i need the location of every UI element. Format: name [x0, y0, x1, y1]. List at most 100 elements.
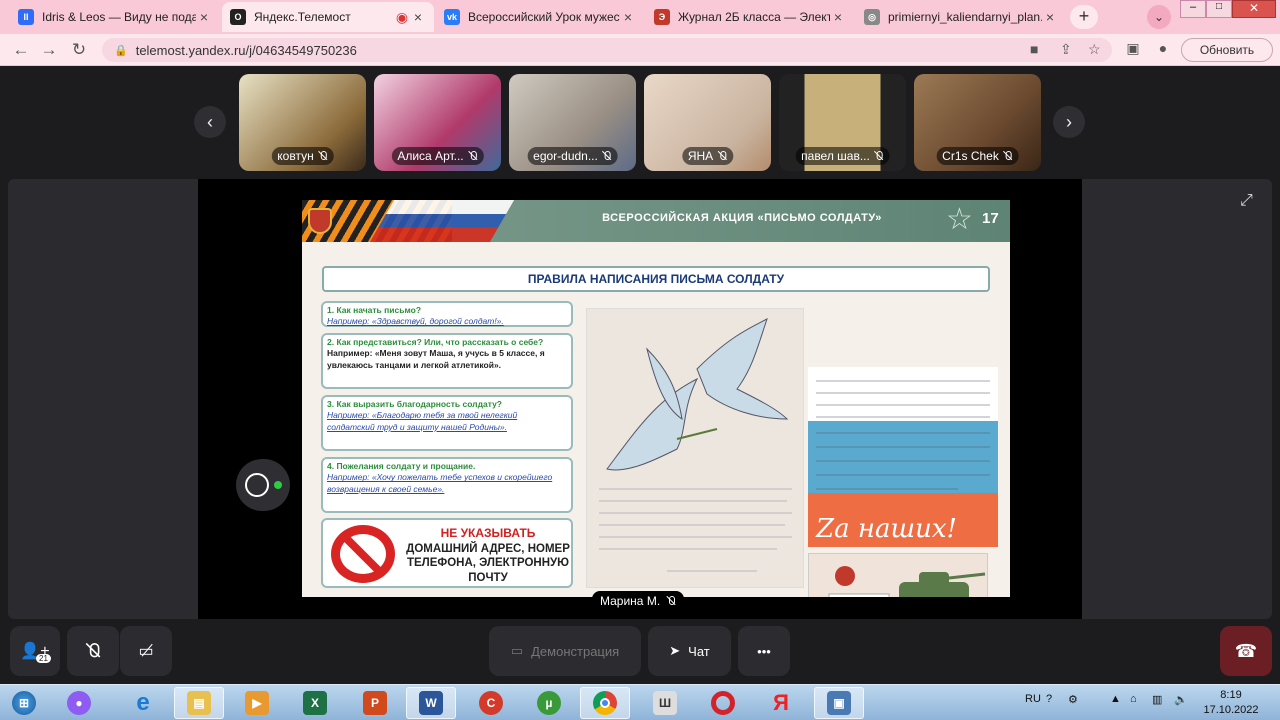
ccleaner-icon: C [479, 691, 503, 715]
word-icon: W [419, 691, 443, 715]
update-button[interactable]: Обновить [1181, 38, 1273, 62]
telemost-icon: O [230, 9, 246, 25]
alice-icon: ● [67, 691, 91, 715]
close-tab-icon[interactable]: × [1042, 9, 1058, 25]
chrome-icon [593, 691, 617, 715]
tab-idris[interactable]: II Idris & Leos — Виду не подам × [10, 2, 220, 32]
call-controls: 👤+ 21 ▭̸ ▭ Демонстрация ➤ Чат ••• ☎ [0, 626, 1280, 676]
close-tab-icon[interactable]: × [830, 9, 846, 25]
invite-button[interactable]: 👤+ 21 [10, 626, 60, 676]
active-speaker-label: Марина М. [592, 591, 685, 611]
participant-tile[interactable]: ЯНА [644, 74, 771, 171]
tray-expand-icon[interactable]: ▲ [1110, 693, 1121, 705]
window-close-button[interactable]: ✕ [1232, 0, 1276, 18]
taskbar-reader[interactable]: Ш [640, 687, 690, 719]
sidebar-icon[interactable]: ▣ [1122, 40, 1144, 57]
new-tab-button[interactable]: + [1070, 5, 1098, 29]
tab-search-icon[interactable]: ⌄ [1147, 5, 1171, 29]
window-maximize-button[interactable]: □ [1206, 0, 1232, 18]
camera-toggle[interactable]: ▭̸ [120, 626, 172, 676]
microphone-toggle[interactable] [67, 626, 119, 676]
reload-icon[interactable]: ↻ [68, 40, 90, 60]
recording-indicator[interactable] [236, 459, 290, 511]
send-icon: ➤ [669, 643, 681, 658]
screen-share-button[interactable]: ▭ Демонстрация [489, 626, 641, 676]
participant-tile[interactable]: павел шав... [779, 74, 906, 171]
participants-next-button[interactable]: › [1053, 106, 1085, 138]
warning-text: ДОМАШНИЙ АДРЕС, НОМЕР ТЕЛЕФОНА, ЭЛЕКТРОН… [406, 543, 570, 584]
volume-icon[interactable]: 🔈 [1174, 693, 1188, 706]
chat-button[interactable]: ➤ Чат [648, 626, 731, 676]
slide-header: ВСЕРОССИЙСКАЯ АКЦИЯ «ПИСЬМО СОЛДАТУ» ☆ 1… [302, 200, 1010, 242]
close-tab-icon[interactable]: × [410, 9, 426, 25]
participant-tile[interactable]: egor-dudn... [509, 74, 636, 171]
close-tab-icon[interactable]: × [196, 9, 212, 25]
usb-icon[interactable]: ⌂ [1130, 693, 1137, 705]
powerpoint-icon: P [363, 691, 387, 715]
participant-name: ЯНА [681, 147, 734, 165]
participant-name: Алиса Арт... [391, 147, 484, 165]
taskbar-powerpoint[interactable]: P [350, 687, 400, 719]
lock-icon: 🔒 [114, 44, 128, 57]
mic-off-icon [874, 151, 884, 161]
letter-caption: Za наших! [816, 514, 957, 544]
prohibition-icon [331, 525, 395, 583]
mic-off-icon [468, 151, 478, 161]
record-status-dot [274, 481, 282, 489]
taskbar-alice[interactable]: ● [54, 687, 104, 719]
network-icon[interactable]: ▥ [1152, 693, 1162, 706]
back-icon[interactable]: ← [10, 40, 32, 60]
taskbar-media[interactable]: ▶ [232, 687, 282, 719]
emblem-icon [308, 208, 332, 234]
taskbar-word[interactable]: W [406, 687, 456, 719]
taskbar-utorrent[interactable]: µ [524, 687, 574, 719]
more-options-button[interactable]: ••• [738, 626, 790, 676]
doves-drawing-image [586, 308, 804, 588]
taskbar-chrome[interactable] [580, 687, 630, 719]
fullscreen-icon[interactable]: ⤢ [1240, 192, 1253, 210]
tab-journal[interactable]: Э Журнал 2Б класса — Электро × [646, 2, 854, 32]
forward-icon[interactable]: → [38, 40, 60, 60]
participant-tile[interactable]: Cr1s Chek [914, 74, 1041, 171]
taskbar-ie[interactable]: e [118, 687, 168, 719]
mic-off-icon [602, 151, 612, 161]
tab-telemost[interactable]: O Яндекс.Телемост ◉ × [222, 2, 434, 32]
taskbar-window[interactable]: ▣ [814, 687, 864, 719]
url-bar[interactable]: 🔒 telemost.yandex.ru/j/04634549750236 ■ … [102, 38, 1112, 62]
participant-tile[interactable]: Алиса Арт... [374, 74, 501, 171]
tab-plan[interactable]: ◎ primiernyi_kaliendarnyi_plan.p × [856, 2, 1066, 32]
journal-icon: Э [654, 9, 670, 25]
share-icon[interactable]: ⇪ [1060, 41, 1072, 58]
window-minimize-button[interactable]: – [1180, 0, 1206, 18]
folder-icon: ▤ [187, 691, 211, 715]
help-icon[interactable]: ? [1046, 693, 1052, 705]
tab-vk[interactable]: vk Всероссийский Урок мужеств × [436, 2, 644, 32]
mic-off-icon [1003, 151, 1013, 161]
rule-card: 4. Пожелания солдату и прощание. Наприме… [321, 457, 573, 513]
profile-avatar[interactable]: ● [1152, 40, 1174, 56]
windows-logo-icon: ⊞ [12, 691, 36, 715]
taskbar-opera[interactable] [698, 687, 748, 719]
start-button[interactable]: ⊞ [2, 687, 46, 719]
participant-name: ковтун [271, 147, 334, 165]
bookmark-star-icon[interactable]: ☆ [1088, 41, 1101, 58]
participant-name: egor-dudn... [527, 147, 618, 165]
window-app-icon: ▣ [827, 691, 851, 715]
slide-page-number: 17 [982, 210, 999, 227]
language-indicator[interactable]: RU [1025, 693, 1041, 705]
taskbar-yandex[interactable]: Я [756, 687, 806, 719]
close-tab-icon[interactable]: × [620, 9, 636, 25]
participants-prev-button[interactable]: ‹ [194, 106, 226, 138]
taskbar-explorer[interactable]: ▤ [174, 687, 224, 719]
camera-icon[interactable]: ■ [1030, 41, 1038, 57]
taskbar-ccleaner[interactable]: C [466, 687, 516, 719]
settings-icon[interactable]: ⚙ [1068, 693, 1078, 706]
record-ring-icon [245, 473, 269, 497]
rule-card: 2. Как представиться? Или, что рассказат… [321, 333, 573, 389]
participant-tile[interactable]: ковтун [239, 74, 366, 171]
end-call-button[interactable]: ☎ [1220, 626, 1272, 676]
taskbar-excel[interactable]: X [290, 687, 340, 719]
mic-off-icon [717, 151, 727, 161]
system-clock[interactable]: 8:19 17.10.2022 [1198, 688, 1264, 718]
monitor-icon: ▭ [510, 643, 524, 658]
